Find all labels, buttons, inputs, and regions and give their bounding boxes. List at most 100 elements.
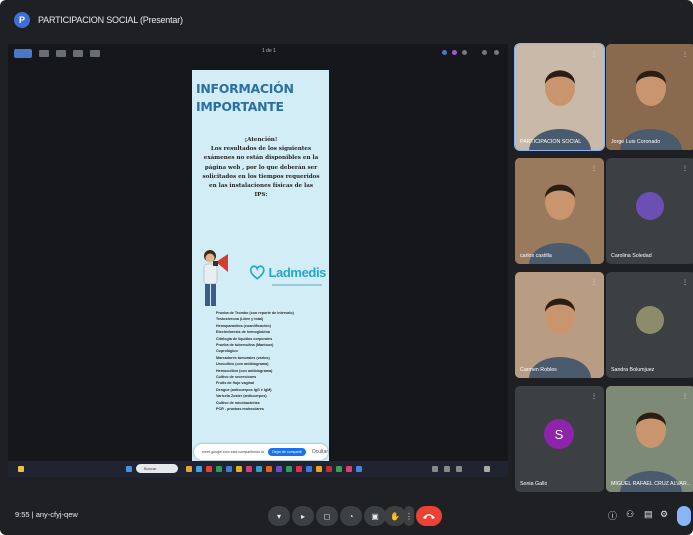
clock-icon xyxy=(484,466,490,472)
captions-icon[interactable]: ◻ xyxy=(316,506,338,526)
meet-window: P PARTICIPACION SOCIAL (Presentar) 1 de … xyxy=(0,0,693,535)
participant-video xyxy=(515,158,604,264)
participant-tile[interactable]: S ⋮ Sonia Gallo xyxy=(515,386,604,492)
raise-hand-icon[interactable]: ✋ xyxy=(384,506,406,526)
app-icon: P xyxy=(14,12,30,28)
info-icon[interactable]: ⓘ xyxy=(608,509,617,522)
participant-name: Sonia Gallo xyxy=(520,481,548,487)
taskbar-app-icon[interactable] xyxy=(336,466,342,472)
weather-icon xyxy=(18,466,24,472)
participant-video xyxy=(606,386,693,492)
tile-options-icon[interactable]: ⋮ xyxy=(591,393,597,400)
participant-tile[interactable]: ⋮ Carmen Robles xyxy=(515,272,604,378)
taskbar-app-icon[interactable] xyxy=(196,466,202,472)
toolbar-more-icon[interactable] xyxy=(90,49,100,57)
tile-options-icon[interactable]: ⋮ xyxy=(591,51,597,58)
participant-tile[interactable]: ⋮ Sandra Bolumjuez xyxy=(606,272,693,378)
toolbar-user-dot-icon xyxy=(442,50,447,55)
attention-label: ¡Atención! xyxy=(244,137,278,143)
window-title: PARTICIPACION SOCIAL (Presentar) xyxy=(38,15,183,25)
participant-tile[interactable]: ⋮ MIGUEL RAFAEL CRUZ ALVAR... xyxy=(606,386,693,492)
host-controls-icon[interactable] xyxy=(677,506,691,526)
participant-name: Sandra Bolumjuez xyxy=(611,367,655,373)
taskbar-app-icon[interactable] xyxy=(226,466,232,472)
taskbar-app-icon[interactable] xyxy=(306,466,312,472)
meeting-controls: 9:55 | any-cfyj-qew ▾ ▸ ◻ ◔ ▣ ✋ ⋮ ⓘ ⚇ ▤ … xyxy=(0,498,693,535)
toolbar-user-dot-icon xyxy=(452,50,457,55)
taskbar-app-icon[interactable] xyxy=(186,466,192,472)
participant-name: carlos castilla xyxy=(520,253,552,259)
activities-icon[interactable]: ⚙ xyxy=(660,509,668,520)
meeting-info: 9:55 | any-cfyj-qew xyxy=(15,510,78,519)
toolbar-text-icon[interactable] xyxy=(56,49,66,57)
taskbar-app-icon[interactable] xyxy=(296,466,302,472)
avatar xyxy=(636,192,664,220)
taskbar-app-icon[interactable] xyxy=(206,466,212,472)
taskbar-app-icon[interactable] xyxy=(236,466,242,472)
more-options-icon[interactable]: ⋮ xyxy=(404,506,414,526)
toolbar-user-dot-icon xyxy=(494,50,499,55)
taskbar-app-icon[interactable] xyxy=(326,466,332,472)
toolbar-user-dot-icon xyxy=(482,50,487,55)
shared-screen: 1 de 1 INFORMACIÓN IMPORTANTE ¡Atención!… xyxy=(8,44,508,477)
presenter-taskbar: Buscar xyxy=(8,461,508,477)
system-tray-icon[interactable] xyxy=(432,466,438,472)
megaphone-man-illustration xyxy=(203,250,228,306)
tile-options-icon[interactable]: ⋮ xyxy=(682,51,688,58)
taskbar-app-icon[interactable] xyxy=(246,466,252,472)
taskbar-app-icon[interactable] xyxy=(256,466,262,472)
taskbar-app-icon[interactable] xyxy=(346,466,352,472)
logo-tagline xyxy=(272,284,322,286)
exam-list: Prueba de Trombo (con reporte de interva… xyxy=(216,310,324,413)
shared-document: INFORMACIÓN IMPORTANTE ¡Atención! Los re… xyxy=(192,70,329,470)
windows-start-icon[interactable] xyxy=(126,466,132,472)
document-title: INFORMACIÓN IMPORTANTE xyxy=(196,81,294,114)
hang-up-button[interactable] xyxy=(416,506,442,526)
participant-tile[interactable]: ⋮ carlos castilla xyxy=(515,158,604,264)
taskbar-app-icon[interactable] xyxy=(356,466,362,472)
participant-name: PARTICIPACIÓN SOCIAL xyxy=(520,139,582,145)
tile-options-icon[interactable]: ⋮ xyxy=(682,393,688,400)
share-toolbar: 1 de 1 xyxy=(8,44,508,62)
participant-tile[interactable]: ⋮ Jorge Luis Coronado xyxy=(606,44,693,150)
microphone-icon[interactable]: ▾ xyxy=(268,506,290,526)
page-indicator: 1 de 1 xyxy=(262,48,276,54)
present-icon[interactable]: ▣ xyxy=(364,506,386,526)
participant-tile[interactable]: ⋮ Carolina Soledad xyxy=(606,158,693,264)
participant-name: Carolina Soledad xyxy=(611,253,652,259)
exam-item: PCR - pruebas moleculares xyxy=(216,407,264,412)
system-tray-icon[interactable] xyxy=(444,466,450,472)
toolbar-erase-icon[interactable] xyxy=(73,49,83,57)
taskbar-app-icon[interactable] xyxy=(266,466,272,472)
logo-name: Ladmedis xyxy=(268,264,327,280)
toolbar-user-dot-icon xyxy=(462,50,467,55)
taskbar-app-icon[interactable] xyxy=(276,466,282,472)
presenter-status-line xyxy=(8,451,508,461)
avatar: S xyxy=(544,419,574,449)
system-tray-icon[interactable] xyxy=(456,466,462,472)
taskbar-app-icon[interactable] xyxy=(316,466,322,472)
taskbar-app-icon[interactable] xyxy=(216,466,222,472)
phone-hangup-icon xyxy=(423,514,435,519)
document-body: ¡Atención! Los resultados de los siguien… xyxy=(202,136,320,200)
taskbar-search[interactable]: Buscar xyxy=(136,464,178,473)
taskbar-app-icon[interactable] xyxy=(286,466,292,472)
participant-video xyxy=(606,44,693,150)
participant-name: MIGUEL RAFAEL CRUZ ALVAR... xyxy=(611,481,692,487)
toolbar-active-tool[interactable] xyxy=(14,48,32,58)
tile-options-icon[interactable]: ⋮ xyxy=(591,279,597,286)
tile-options-icon[interactable]: ⋮ xyxy=(682,165,688,172)
toolbar-draw-icon[interactable] xyxy=(39,49,49,57)
tile-options-icon[interactable]: ⋮ xyxy=(591,165,597,172)
people-icon[interactable]: ⚇ xyxy=(626,509,634,520)
chat-icon[interactable]: ▤ xyxy=(644,509,653,520)
participant-tile[interactable]: ⋮ PARTICIPACIÓN SOCIAL xyxy=(514,43,605,151)
heart-logo-icon xyxy=(249,265,265,280)
camera-icon[interactable]: ▸ xyxy=(292,506,314,526)
participant-name: Carmen Robles xyxy=(520,367,557,373)
emoji-icon[interactable]: ◔ xyxy=(340,506,362,526)
participant-video xyxy=(515,272,604,378)
participant-video xyxy=(515,44,604,150)
avatar xyxy=(636,306,664,334)
tile-options-icon[interactable]: ⋮ xyxy=(682,279,688,286)
